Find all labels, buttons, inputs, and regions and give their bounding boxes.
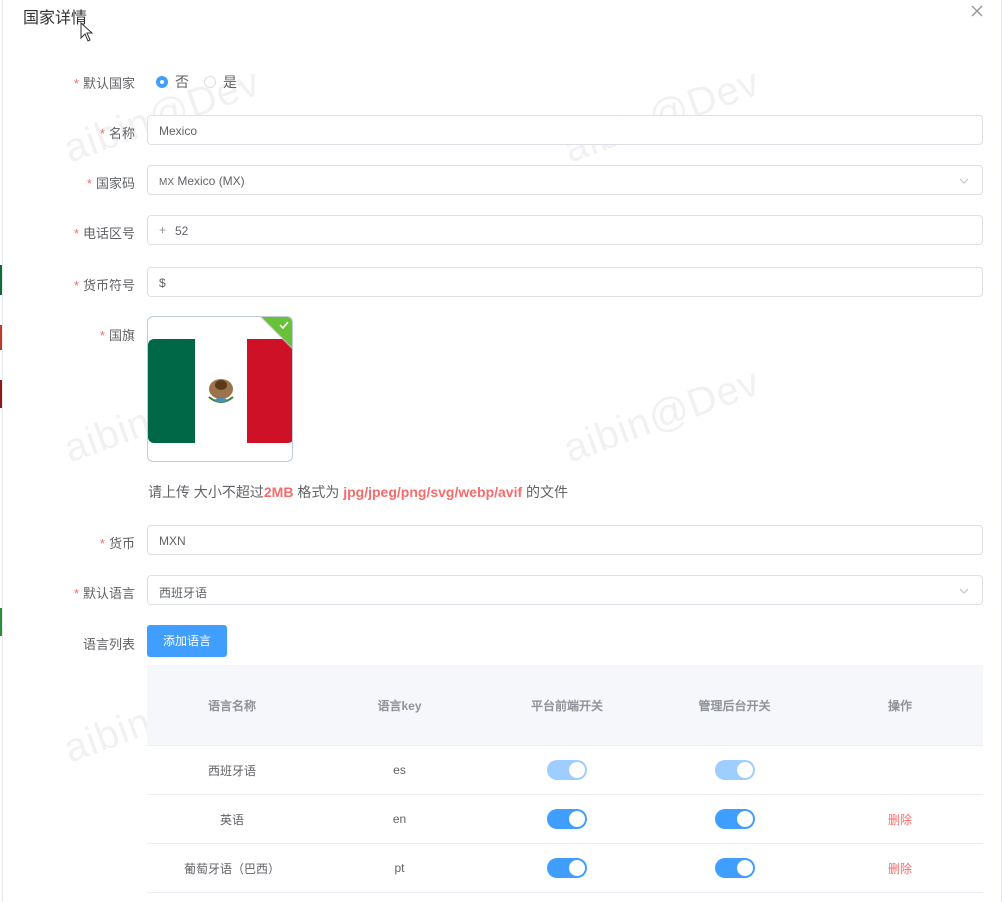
country-code-label: * 国家码 — [86, 176, 135, 191]
country-code-value: MX Mexico (MX) — [159, 174, 245, 188]
default-language-select[interactable]: 西班牙语 — [147, 575, 983, 605]
currency-symbol-input[interactable]: $ — [147, 267, 983, 297]
currency-symbol-label: * 货币符号 — [73, 278, 135, 293]
name-input[interactable]: Mexico — [147, 115, 983, 145]
language-key-cell: en — [392, 812, 407, 826]
delete-link[interactable]: 删除 — [888, 811, 912, 828]
language-name-cell: 葡萄牙语（巴西） — [183, 861, 280, 876]
currency-value: MXN — [159, 534, 186, 548]
phone-code-label: * 电话区号 — [73, 226, 135, 241]
admin-toggle — [714, 760, 755, 780]
header-language-key: 语言key — [377, 698, 422, 713]
language-list-label: 语言列表 — [82, 637, 135, 652]
table-row: 西班牙语 es — [147, 746, 983, 795]
name-value: Mexico — [159, 124, 198, 138]
table-row: 英语 en 删除 — [147, 795, 983, 844]
currency-input[interactable]: MXN — [147, 525, 983, 555]
mouse-cursor-icon — [80, 22, 94, 42]
header-frontend-switch: 平台前端开关 — [530, 698, 603, 713]
language-key-cell: es — [393, 763, 406, 777]
action-cell: 删除 — [817, 844, 983, 892]
chevron-down-icon — [959, 178, 969, 184]
mexico-flag-image — [148, 339, 292, 443]
radio-dot — [204, 76, 216, 88]
delete-link[interactable]: 删除 — [888, 860, 912, 877]
default-country-no-radio[interactable]: 否 — [156, 72, 189, 92]
language-key-cell: pt — [394, 861, 405, 875]
dialog-title: 国家详情 — [23, 10, 88, 27]
frontend-toggle[interactable] — [547, 809, 587, 829]
action-cell: 删除 — [817, 795, 983, 843]
currency-symbol-value: $ — [159, 276, 166, 290]
language-name-cell: 西班牙语 — [207, 763, 256, 778]
phone-code-value: 52 — [175, 224, 189, 238]
add-language-button[interactable]: 添加语言 — [147, 625, 227, 657]
default-country-label: * 默认国家 — [73, 76, 135, 91]
phone-code-input[interactable]: + 52 — [147, 215, 983, 245]
plus-prefix: + — [159, 223, 167, 237]
table-row: 葡萄牙语（巴西） pt 删除 — [147, 844, 983, 893]
admin-switch-cell — [652, 746, 817, 794]
header-language-name: 语言名称 — [207, 698, 256, 713]
coat-of-arms-icon — [208, 379, 234, 403]
frontend-toggle[interactable] — [547, 858, 587, 878]
language-table: 语言名称 语言key 平台前端开关 管理后台开关 操作 西班牙语 es 英语 e… — [147, 665, 983, 893]
admin-toggle[interactable] — [714, 858, 755, 878]
radio-label-yes: 是 — [223, 74, 237, 90]
chevron-down-icon — [959, 588, 969, 594]
flag-label: * 国旗 — [99, 328, 135, 343]
check-icon — [279, 321, 289, 330]
admin-switch-cell — [652, 844, 817, 892]
default-language-value: 西班牙语 — [159, 586, 208, 600]
admin-toggle[interactable] — [714, 809, 755, 829]
radio-label-no: 否 — [175, 74, 189, 90]
action-cell — [817, 746, 983, 794]
flag-uploader[interactable] — [147, 316, 293, 462]
default-language-label: * 默认语言 — [73, 586, 135, 601]
radio-dot — [156, 76, 168, 88]
frontend-toggle — [547, 760, 587, 780]
admin-switch-cell — [652, 795, 817, 843]
table-header: 语言名称 语言key 平台前端开关 管理后台开关 操作 — [147, 665, 983, 746]
language-name-cell: 英语 — [219, 812, 244, 827]
default-country-yes-radio[interactable]: 是 — [204, 72, 237, 92]
flag-upload-tip: 请上传 大小不超过2MB 格式为 jpg/jpeg/png/svg/webp/a… — [148, 484, 569, 500]
watermark: aibin@Dev — [558, 359, 766, 472]
name-label: * 名称 — [99, 126, 135, 141]
frontend-switch-cell — [482, 844, 652, 892]
frontend-switch-cell — [482, 746, 652, 794]
frontend-switch-cell — [482, 795, 652, 843]
country-code-select[interactable]: MX Mexico (MX) — [147, 165, 983, 195]
currency-label: * 货币 — [99, 536, 135, 551]
header-admin-switch: 管理后台开关 — [698, 698, 771, 713]
close-icon[interactable] — [969, 3, 985, 19]
header-actions: 操作 — [887, 698, 912, 713]
country-detail-dialog: aibin@Dev aibin@Dev aibin@Dev aibin@Dev … — [2, 0, 1002, 902]
